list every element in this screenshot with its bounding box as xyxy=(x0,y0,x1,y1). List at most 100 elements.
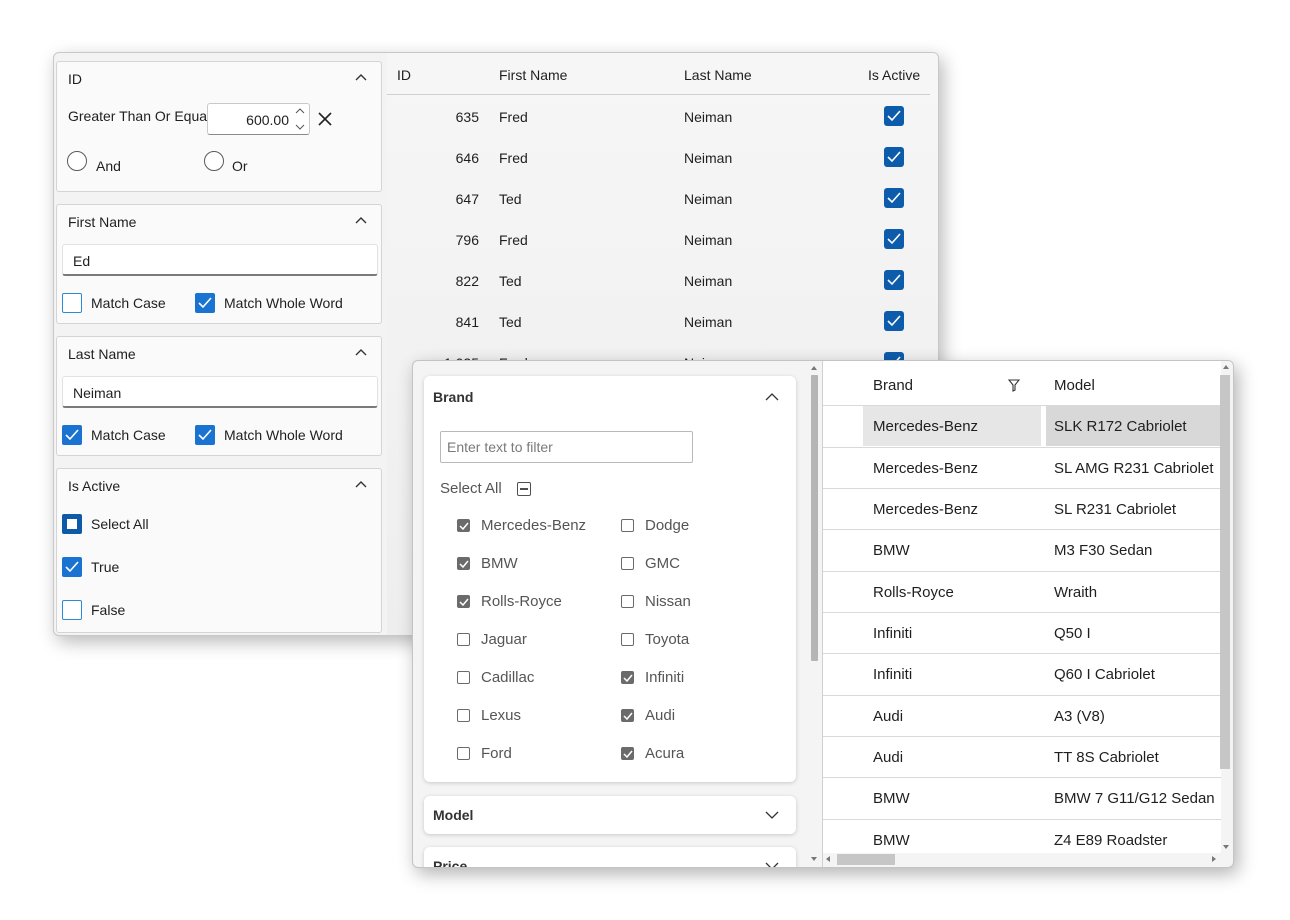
and-radio[interactable] xyxy=(67,151,87,171)
brand-checkbox[interactable] xyxy=(621,709,634,722)
model-filter-card[interactable]: Model xyxy=(424,796,796,834)
filter-panel-scrollbar-thumb[interactable] xyxy=(811,375,818,661)
brand-checkbox[interactable] xyxy=(457,519,470,532)
table-row[interactable]: Mercedes-Benz SL AMG R231 Cabriolet xyxy=(823,447,1221,488)
brand-checkbox[interactable] xyxy=(457,709,470,722)
chevron-down-icon[interactable] xyxy=(765,862,779,868)
brand-checkbox[interactable] xyxy=(621,519,634,532)
brand-item-infiniti[interactable]: Infiniti xyxy=(621,667,781,689)
chevron-up-icon[interactable] xyxy=(355,480,367,488)
table-row[interactable]: BMW BMW 7 G11/G12 Sedan xyxy=(823,777,1221,818)
chevron-down-icon[interactable] xyxy=(765,811,779,820)
is-active-false-checkbox[interactable] xyxy=(62,600,82,620)
grid-horizontal-scrollbar-thumb[interactable] xyxy=(837,854,895,865)
table-row[interactable]: 841 Ted Neiman xyxy=(387,301,932,342)
table-row[interactable]: 647 Ted Neiman xyxy=(387,178,932,219)
brand-checkbox[interactable] xyxy=(457,671,470,684)
chevron-up-icon[interactable] xyxy=(355,73,367,81)
brand-checkbox[interactable] xyxy=(621,557,634,570)
table-row[interactable]: BMW Z4 E89 Roadster xyxy=(823,819,1221,853)
is-active-true-checkbox[interactable] xyxy=(62,557,82,577)
brand-checkbox[interactable] xyxy=(621,595,634,608)
or-radio[interactable] xyxy=(204,151,224,171)
brand-select-all-label[interactable]: Select All xyxy=(440,480,502,497)
first-name-match-whole-word-checkbox[interactable] xyxy=(195,293,215,313)
id-condition-label[interactable]: Greater Than Or Equal xyxy=(68,108,210,124)
table-row[interactable]: Mercedes-Benz SL R231 Cabriolet xyxy=(823,488,1221,529)
brand-item-audi[interactable]: Audi xyxy=(621,705,781,727)
brand-item-acura[interactable]: Acura xyxy=(621,743,781,765)
brand-item-gmc[interactable]: GMC xyxy=(621,553,781,575)
table-row[interactable]: 796 Fred Neiman xyxy=(387,219,932,260)
table-row[interactable]: 646 Fred Neiman xyxy=(387,137,932,178)
brand-item-lexus[interactable]: Lexus xyxy=(457,705,617,727)
brand-item-rolls-royce[interactable]: Rolls-Royce xyxy=(457,591,617,613)
brand-item-toyota[interactable]: Toyota xyxy=(621,629,781,651)
column-header-brand[interactable]: Brand xyxy=(873,377,913,394)
table-row[interactable]: Rolls-Royce Wraith xyxy=(823,571,1221,612)
table-row[interactable]: Mercedes-Benz SLK R172 Cabriolet xyxy=(823,405,1221,446)
table-row[interactable]: 822 Ted Neiman xyxy=(387,260,932,301)
cell-is-active-checkbox[interactable] xyxy=(884,311,904,331)
table-row[interactable]: Infiniti Q50 I xyxy=(823,612,1221,653)
scroll-up-icon[interactable] xyxy=(811,366,817,370)
scroll-down-icon[interactable] xyxy=(1223,845,1229,849)
close-icon[interactable] xyxy=(318,112,332,126)
price-filter-card[interactable]: Price xyxy=(424,847,796,868)
brand-item-jaguar[interactable]: Jaguar xyxy=(457,629,617,651)
grid-vertical-scrollbar-thumb[interactable] xyxy=(1220,375,1230,769)
last-name-match-case-checkbox[interactable] xyxy=(62,425,82,445)
first-name-match-case-checkbox[interactable] xyxy=(62,293,82,313)
scroll-up-icon[interactable] xyxy=(1223,365,1229,369)
id-value-input[interactable]: 600.00 xyxy=(207,103,310,135)
is-active-filter-header[interactable]: Is Active xyxy=(57,469,381,501)
brand-item-mercedes-benz[interactable]: Mercedes-Benz xyxy=(457,515,617,537)
first-name-input[interactable]: Ed xyxy=(62,244,378,276)
column-header-model[interactable]: Model xyxy=(1054,377,1095,394)
chevron-up-icon[interactable] xyxy=(765,392,779,401)
chevron-up-icon[interactable] xyxy=(355,348,367,356)
brand-filter-title[interactable]: Brand xyxy=(433,389,473,405)
column-header-is-active[interactable]: Is Active xyxy=(868,67,920,83)
brand-checkbox[interactable] xyxy=(621,633,634,646)
brand-checkbox[interactable] xyxy=(621,671,634,684)
filter-icon[interactable] xyxy=(1008,379,1020,392)
last-name-match-whole-word-checkbox[interactable] xyxy=(195,425,215,445)
column-header-first-name[interactable]: First Name xyxy=(499,67,567,83)
brand-checkbox[interactable] xyxy=(457,633,470,646)
cell-is-active-checkbox[interactable] xyxy=(884,229,904,249)
id-filter-header[interactable]: ID xyxy=(57,62,381,94)
cell-is-active-checkbox[interactable] xyxy=(884,188,904,208)
brand-checkbox[interactable] xyxy=(621,747,634,760)
last-name-filter-header[interactable]: Last Name xyxy=(57,337,381,369)
brand-select-all-checkbox[interactable] xyxy=(517,482,531,496)
scroll-left-icon[interactable] xyxy=(826,856,830,862)
column-header-last-name[interactable]: Last Name xyxy=(684,67,752,83)
table-row[interactable]: BMW M3 F30 Sedan xyxy=(823,529,1221,570)
cell-is-active-checkbox[interactable] xyxy=(884,270,904,290)
table-row[interactable]: Infiniti Q60 I Cabriolet xyxy=(823,653,1221,694)
table-row[interactable]: 635 Fred Neiman xyxy=(387,96,932,137)
brand-filter-search-input[interactable] xyxy=(441,432,692,462)
table-row[interactable]: Audi TT 8S Cabriolet xyxy=(823,736,1221,777)
spin-up-icon[interactable] xyxy=(295,107,305,114)
scroll-down-icon[interactable] xyxy=(811,857,817,861)
chevron-up-icon[interactable] xyxy=(355,216,367,224)
last-name-input[interactable]: Neiman xyxy=(62,376,378,408)
brand-item-nissan[interactable]: Nissan xyxy=(621,591,781,613)
spin-down-icon[interactable] xyxy=(295,124,305,131)
brand-item-cadillac[interactable]: Cadillac xyxy=(457,667,617,689)
brand-item-dodge[interactable]: Dodge xyxy=(621,515,781,537)
is-active-select-all-checkbox[interactable] xyxy=(62,514,82,534)
brand-checkbox[interactable] xyxy=(457,557,470,570)
brand-item-bmw[interactable]: BMW xyxy=(457,553,617,575)
first-name-filter-header[interactable]: First Name xyxy=(57,205,381,237)
cell-is-active-checkbox[interactable] xyxy=(884,106,904,126)
table-row[interactable]: Audi A3 (V8) xyxy=(823,695,1221,736)
brand-item-ford[interactable]: Ford xyxy=(457,743,617,765)
scroll-right-icon[interactable] xyxy=(1212,856,1216,862)
cell-is-active-checkbox[interactable] xyxy=(884,147,904,167)
brand-checkbox[interactable] xyxy=(457,595,470,608)
column-header-id[interactable]: ID xyxy=(397,67,411,83)
brand-checkbox[interactable] xyxy=(457,747,470,760)
